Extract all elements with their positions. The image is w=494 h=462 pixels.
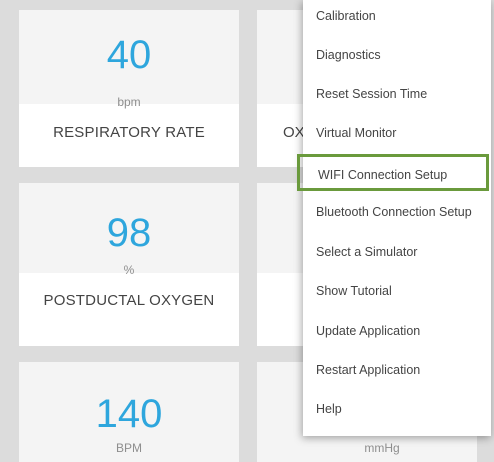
heart-rate-unit: BPM — [115, 441, 142, 455]
respiratory-rate-label: RESPIRATORY RATE — [53, 124, 205, 141]
postductal-oxygen-label: POSTDUCTAL OXYGEN — [43, 292, 215, 309]
menu-item-select-a-simulator[interactable]: Select a Simulator — [303, 233, 491, 272]
menu-item-restart-application[interactable]: Restart Application — [303, 351, 491, 390]
menu-item-diagnostics[interactable]: Diagnostics — [303, 36, 491, 75]
respiratory-rate-tile[interactable]: 40 bpm RESPIRATORY RATE — [19, 10, 239, 167]
pressure-unit: mmHg — [364, 441, 400, 455]
respiratory-rate-value: 40 — [106, 33, 152, 77]
postductal-oxygen-value: 98 — [106, 211, 152, 255]
menu-item-reset-session-time[interactable]: Reset Session Time — [303, 75, 491, 114]
menu-item-wifi-connection-setup[interactable]: WIFI Connection Setup — [297, 154, 489, 191]
menu-item-calibration[interactable]: Calibration — [303, 0, 491, 36]
menu-item-update-application[interactable]: Update Application — [303, 312, 491, 351]
respiratory-rate-unit: bpm — [117, 95, 141, 109]
menu-item-bluetooth-connection-setup[interactable]: Bluetooth Connection Setup — [303, 193, 491, 232]
heart-rate-tile[interactable]: 140 BPM — [19, 362, 239, 462]
menu-item-help[interactable]: Help — [303, 390, 491, 429]
menu-item-virtual-monitor[interactable]: Virtual Monitor — [303, 114, 491, 153]
postductal-oxygen-unit: % — [123, 263, 135, 277]
heart-rate-value: 140 — [95, 392, 163, 436]
menu-item-show-tutorial[interactable]: Show Tutorial — [303, 272, 491, 311]
postductal-oxygen-tile[interactable]: 98 % POSTDUCTAL OXYGEN — [19, 183, 239, 346]
oxygen-label: OX — [283, 124, 305, 141]
overflow-menu: Calibration Diagnostics Reset Session Ti… — [297, 0, 491, 436]
